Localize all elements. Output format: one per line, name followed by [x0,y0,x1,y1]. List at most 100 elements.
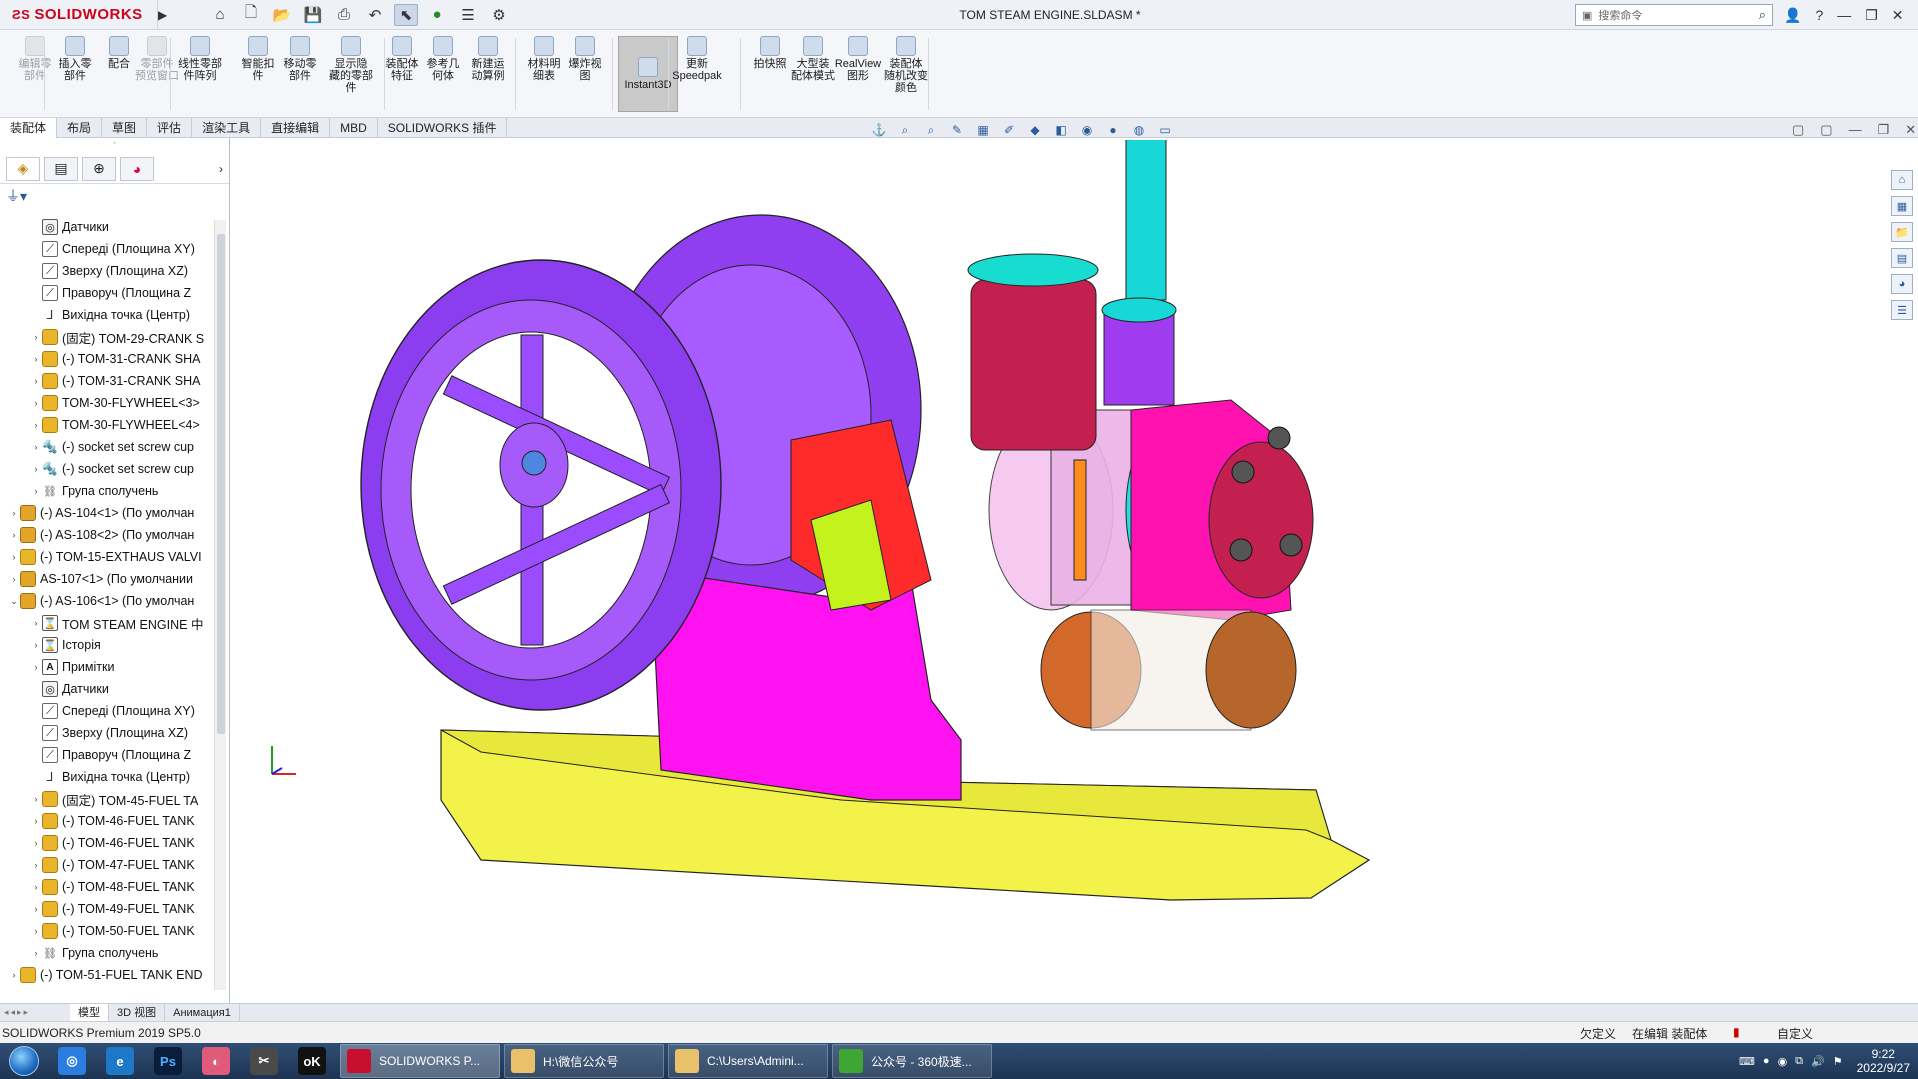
search-commands-input[interactable]: ▣ 搜索命令 ⌕ [1575,4,1773,26]
expand-arrow-icon[interactable]: › [8,530,20,540]
taskbar-app-1[interactable]: H:\微信公众号 [504,1044,664,1078]
tree-node[interactable]: › TOM-30-FLYWHEEL<4> [0,414,212,436]
print-icon[interactable]: ⎙ [332,4,356,26]
expand-arrow-icon[interactable]: › [30,398,42,408]
tree-node[interactable]: › TOM-30-FLYWHEEL<3> [0,392,212,414]
viewport-minimize-icon[interactable]: — [1849,122,1862,138]
display-manager-tab-icon[interactable]: ◕ [120,156,154,181]
zoom-area-icon[interactable]: ⌕ [922,122,940,138]
tab-5[interactable]: 直接编辑 [261,118,331,138]
scrollbar-thumb[interactable] [217,234,225,734]
expand-arrow-icon[interactable]: › [30,640,42,650]
ribbon-button-14[interactable]: 更新 Speedpak [672,36,722,82]
ribbon-button-1[interactable]: 插入零 部件 [52,36,98,82]
tree-node[interactable]: › (固定) TOM-45-FUEL TA [0,788,212,810]
ribbon-button-8[interactable]: 装配体 特征 [379,36,425,82]
tree-node[interactable]: › (-) TOM-46-FUEL TANK [0,832,212,854]
ribbon-button-12[interactable]: 爆炸视图 [562,36,608,82]
expand-arrow-icon[interactable]: › [30,882,42,892]
view-orientation-icon[interactable]: ⚓ [870,122,888,138]
file-explorer-icon[interactable]: 📁 [1891,222,1913,242]
status-units[interactable]: 自定义 [1777,1025,1813,1042]
file-properties-icon[interactable]: ☰ [456,4,480,26]
ribbon-button-5[interactable]: 智能扣件 [235,36,281,82]
expand-arrow-icon[interactable]: › [30,376,42,386]
tree-node[interactable]: › ⛓ Група сполучень [0,942,212,964]
help-button[interactable]: ? [1815,7,1823,23]
clock[interactable]: 9:22 2022/9/27 [1857,1047,1910,1075]
solidworks-logo[interactable]: ƧS SOLIDWORKS [0,0,158,30]
tray-wechat-icon[interactable]: ● [1763,1055,1770,1067]
menu-expand-icon[interactable]: ▶ [158,8,172,22]
tab-0[interactable]: 装配体 [0,118,58,138]
taskbar-pin-ok[interactable]: oK [288,1043,336,1079]
taskbar-app-2[interactable]: C:\Users\Admini... [668,1044,828,1078]
tree-node[interactable]: › (-) TOM-47-FUEL TANK [0,854,212,876]
panel-collapse-icon[interactable]: › [219,162,223,176]
tree-node[interactable]: › AS-107<1> (По умолчании [0,568,212,590]
tree-node[interactable]: › 🔩 (-) socket set screw cup [0,458,212,480]
expand-arrow-icon[interactable]: › [8,574,20,584]
start-button[interactable] [0,1043,48,1079]
rebuild-status-icon[interactable]: ▮ [1733,1025,1740,1039]
new-document-icon[interactable]: 🗋 [239,4,263,26]
expand-arrow-icon[interactable]: › [8,970,20,980]
hide-show-icon[interactable]: ◉ [1078,122,1096,138]
taskbar-pin-baidu[interactable]: ◎ [48,1043,96,1079]
expand-arrow-icon[interactable]: › [30,662,42,672]
tree-node[interactable]: › 🔩 (-) socket set screw cup [0,436,212,458]
tab-model[interactable]: 模型 [70,1003,109,1022]
expand-arrow-icon[interactable]: › [30,926,42,936]
expand-arrow-icon[interactable]: › [30,486,42,496]
tree-node[interactable]: › (-) TOM-15-EXTHAUS VALVI [0,546,212,568]
ribbon-button-11[interactable]: 材料明 细表 [521,36,567,82]
tree-node[interactable]: › ⌛ Історія [0,634,212,656]
ribbon-button-17[interactable]: RealView 图形 [835,36,881,82]
restore-button[interactable]: ❐ [1865,7,1878,24]
tree-node[interactable]: › (-) AS-108<2> (По умолчан [0,524,212,546]
tab-7[interactable]: SOLIDWORKS 插件 [378,118,508,138]
ribbon-button-15[interactable]: 拍快照 [747,36,793,70]
tree-node[interactable]: › (-) TOM-49-FUEL TANK [0,898,212,920]
ribbon-button-4[interactable]: 线性零部 件阵列 [177,36,223,82]
open-icon[interactable]: 📂 [270,4,294,26]
expand-arrow-icon[interactable]: › [30,904,42,914]
home-icon[interactable]: ⌂ [208,4,232,26]
tab-2[interactable]: 草图 [102,118,148,138]
tray-app-icon[interactable]: ◉ [1778,1055,1788,1068]
ribbon-button-10[interactable]: 新建运 动算例 [465,36,511,82]
expand-arrow-icon[interactable]: ⌄ [8,596,20,607]
view-settings-icon[interactable]: ▭ [1156,122,1174,138]
tree-node[interactable]: › ⛓ Група сполучень [0,480,212,502]
taskbar-pin-app[interactable]: ◐ [192,1043,240,1079]
save-icon[interactable]: 💾 [301,4,325,26]
tab-4[interactable]: 渲染工具 [192,118,262,138]
viewport-split-icon[interactable]: ▢ [1820,122,1832,138]
property-manager-tab-icon[interactable]: ▤ [44,156,78,181]
tree-node[interactable]: ⟋ Зверху (Площина XZ) [0,260,212,282]
tree-node[interactable]: ⅃ Вихідна точка (Центр) [0,766,212,788]
undo-icon[interactable]: ↶ [363,4,387,26]
options-gear-icon[interactable]: ⚙ [487,4,511,26]
expand-arrow-icon[interactable]: › [30,794,42,804]
view-cube-icon[interactable]: ◆ [1026,122,1044,138]
configuration-manager-tab-icon[interactable]: ⊕ [82,156,116,181]
viewport-restore-icon[interactable]: ❐ [1878,122,1890,138]
ribbon-button-7[interactable]: 显示隐 藏的零部件 [328,36,374,94]
select-icon[interactable]: ⬉ [394,3,418,26]
tree-node[interactable]: ⅃ Вихідна точка (Центр) [0,304,212,326]
minimize-button[interactable]: — [1837,7,1851,23]
taskbar-pin-photoshop[interactable]: Ps [144,1043,192,1079]
tree-node[interactable]: ⟋ Праворуч (Площина Z [0,282,212,304]
tab-3[interactable]: 评估 [147,118,193,138]
expand-arrow-icon[interactable]: › [8,552,20,562]
tab-3d-view[interactable]: 3D 视图 [109,1003,166,1022]
network-icon[interactable]: ⧉ [1795,1055,1803,1068]
tree-node[interactable]: › (-) TOM-51-FUEL TANK END [0,964,212,986]
flag-icon[interactable]: ⚑ [1833,1055,1843,1068]
viewport-tile-icon[interactable]: ▢ [1792,122,1804,138]
viewport-close-icon[interactable]: ✕ [1905,122,1916,138]
tree-node[interactable]: › (-) TOM-48-FUEL TANK [0,876,212,898]
solidworks-resources-icon[interactable]: ⌂ [1891,170,1913,190]
expand-arrow-icon[interactable]: › [30,618,42,628]
